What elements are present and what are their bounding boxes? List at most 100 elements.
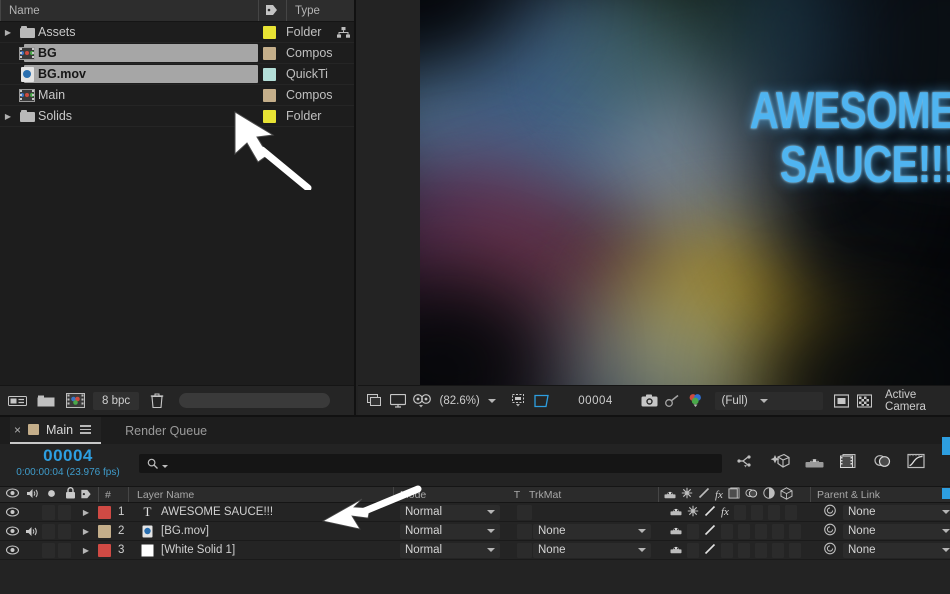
shy-icon[interactable] bbox=[670, 543, 682, 557]
motion-blur-toggle[interactable] bbox=[755, 524, 767, 539]
main-view-icon[interactable] bbox=[389, 391, 406, 410]
motion-blur-icon[interactable] bbox=[872, 450, 892, 472]
quality-icon[interactable] bbox=[704, 505, 716, 520]
layer-disclosure-triangle-icon[interactable]: ▶ bbox=[74, 508, 98, 517]
composition-canvas[interactable]: AWESOME SAUCE!!! bbox=[420, 0, 950, 385]
shy-icon[interactable] bbox=[670, 505, 682, 519]
column-header-t[interactable]: T bbox=[508, 487, 526, 502]
project-item-bg-comp[interactable]: BG Compos bbox=[0, 43, 354, 64]
adjustment-layer-toggle[interactable] bbox=[768, 505, 780, 520]
eye-icon[interactable] bbox=[4, 526, 20, 536]
trash-icon[interactable] bbox=[146, 392, 168, 410]
pick-whip-icon[interactable] bbox=[823, 504, 837, 520]
lock-toggle[interactable] bbox=[58, 505, 71, 520]
label-swatch[interactable] bbox=[258, 110, 286, 123]
collapse-transformations-icon[interactable] bbox=[681, 487, 693, 502]
show-channel-icon[interactable] bbox=[687, 391, 704, 410]
pick-whip-icon[interactable] bbox=[823, 523, 837, 539]
column-header-name[interactable]: Name bbox=[0, 0, 258, 21]
column-header-label[interactable] bbox=[74, 487, 98, 502]
disclosure-triangle-icon[interactable]: ▶ bbox=[0, 28, 16, 37]
project-search-scrollbar[interactable] bbox=[179, 393, 330, 408]
audio-icon[interactable] bbox=[23, 526, 39, 537]
viewer-timecode[interactable]: 00004 bbox=[578, 395, 612, 407]
layer-parent-cell[interactable]: None bbox=[817, 504, 950, 520]
layer-label-swatch[interactable] bbox=[98, 503, 111, 521]
active-camera-label[interactable]: Active Camera bbox=[885, 389, 950, 413]
project-item-assets[interactable]: ▶ Assets Folder bbox=[0, 22, 354, 43]
take-snapshot-icon[interactable] bbox=[641, 391, 658, 410]
magnification-chevron-down-icon[interactable] bbox=[488, 399, 496, 403]
layer-label-swatch[interactable] bbox=[98, 541, 111, 559]
collapse-transformations-toggle[interactable] bbox=[687, 524, 699, 539]
effects-icon[interactable]: fx bbox=[721, 506, 729, 518]
toggle-transparency-grid-icon[interactable] bbox=[833, 391, 850, 410]
quality-icon[interactable] bbox=[704, 543, 716, 558]
show-snapshot-icon[interactable] bbox=[664, 391, 681, 410]
collapse-transformations-toggle[interactable] bbox=[687, 543, 699, 558]
layer-disclosure-triangle-icon[interactable]: ▶ bbox=[74, 546, 98, 555]
tab-render-queue[interactable]: Render Queue bbox=[101, 417, 217, 444]
frame-blending-icon[interactable] bbox=[838, 450, 858, 472]
current-time-display[interactable]: 00004 0:00:00:04 (23.976 fps) bbox=[12, 446, 124, 478]
layer-row-2[interactable]: ▶ 2 [BG.mov] Normal None bbox=[0, 522, 950, 541]
solo-toggle[interactable] bbox=[42, 543, 55, 558]
layer-parent-cell[interactable]: None bbox=[817, 542, 950, 558]
layer-parent-cell[interactable]: None bbox=[817, 523, 950, 539]
eye-icon[interactable] bbox=[4, 507, 20, 517]
3d-layer-toggle[interactable] bbox=[785, 505, 797, 520]
eye-icon[interactable] bbox=[6, 488, 19, 501]
audio-icon[interactable] bbox=[26, 488, 39, 502]
interpret-footage-icon[interactable] bbox=[6, 392, 28, 410]
effects-icon[interactable]: fx bbox=[715, 489, 723, 501]
solo-icon[interactable] bbox=[47, 489, 56, 501]
column-header-number[interactable]: # bbox=[98, 487, 128, 502]
3d-layer-toggle[interactable] bbox=[789, 543, 801, 558]
tab-main[interactable]: × Main bbox=[10, 417, 101, 444]
solo-toggle[interactable] bbox=[42, 505, 55, 520]
3d-view-popup-icon[interactable] bbox=[413, 391, 431, 410]
project-item-bg-mov[interactable]: BG.mov QuickTi bbox=[0, 64, 354, 85]
column-header-trkmat[interactable]: TrkMat bbox=[526, 487, 658, 502]
project-item-main-comp[interactable]: Main Compos bbox=[0, 85, 354, 106]
always-preview-this-view-icon[interactable] bbox=[366, 391, 383, 410]
layer-label-swatch[interactable] bbox=[98, 522, 111, 540]
draft-3d-icon[interactable] bbox=[770, 450, 790, 472]
effects-toggle[interactable] bbox=[721, 524, 733, 539]
shy-icon[interactable] bbox=[664, 488, 676, 502]
graph-editor-icon[interactable] bbox=[906, 450, 926, 472]
hide-shy-layers-icon[interactable] bbox=[804, 450, 824, 472]
frame-blend-toggle[interactable] bbox=[738, 524, 750, 539]
resolution-dropdown[interactable]: (Full) bbox=[715, 392, 823, 410]
pick-whip-icon[interactable] bbox=[823, 542, 837, 558]
adjustment-layer-toggle[interactable] bbox=[772, 524, 784, 539]
label-swatch[interactable] bbox=[258, 68, 286, 81]
layer-row-3[interactable]: ▶ 3 [White Solid 1] Normal None bbox=[0, 541, 950, 560]
preserve-transparency-toggle[interactable] bbox=[515, 543, 533, 558]
region-of-interest-icon[interactable] bbox=[510, 391, 527, 410]
layer-trkmat-cell[interactable]: None bbox=[533, 543, 665, 558]
layer-mode-cell[interactable]: Normal bbox=[400, 505, 515, 520]
column-header-mode[interactable]: Mode bbox=[393, 487, 508, 502]
layer-name-cell[interactable]: [White Solid 1] bbox=[135, 544, 400, 557]
close-icon[interactable]: × bbox=[14, 423, 21, 437]
toggle-mask-visibility-icon[interactable] bbox=[856, 391, 873, 410]
eye-icon[interactable] bbox=[4, 545, 20, 555]
layer-name-cell[interactable]: T AWESOME SAUCE!!! bbox=[135, 504, 400, 520]
quality-icon[interactable] bbox=[704, 524, 716, 539]
motion-blur-toggle[interactable] bbox=[751, 505, 763, 520]
panel-menu-icon[interactable] bbox=[80, 425, 91, 434]
layer-disclosure-triangle-icon[interactable]: ▶ bbox=[74, 527, 98, 536]
label-swatch[interactable] bbox=[258, 89, 286, 102]
project-item-solids[interactable]: ▶ Solids Folder bbox=[0, 106, 354, 127]
layer-row-1[interactable]: ▶ 1 T AWESOME SAUCE!!! Normal fx bbox=[0, 503, 950, 522]
disclosure-triangle-icon[interactable]: ▶ bbox=[0, 112, 16, 121]
quality-icon[interactable] bbox=[698, 487, 710, 502]
column-header-type[interactable]: Type bbox=[286, 0, 354, 21]
column-header-label-tag[interactable] bbox=[258, 0, 286, 21]
solo-toggle[interactable] bbox=[42, 524, 55, 539]
layer-mode-cell[interactable]: Normal bbox=[400, 524, 515, 539]
new-folder-icon[interactable] bbox=[35, 392, 57, 410]
lock-toggle[interactable] bbox=[58, 543, 71, 558]
adjustment-layer-icon[interactable] bbox=[763, 487, 775, 502]
